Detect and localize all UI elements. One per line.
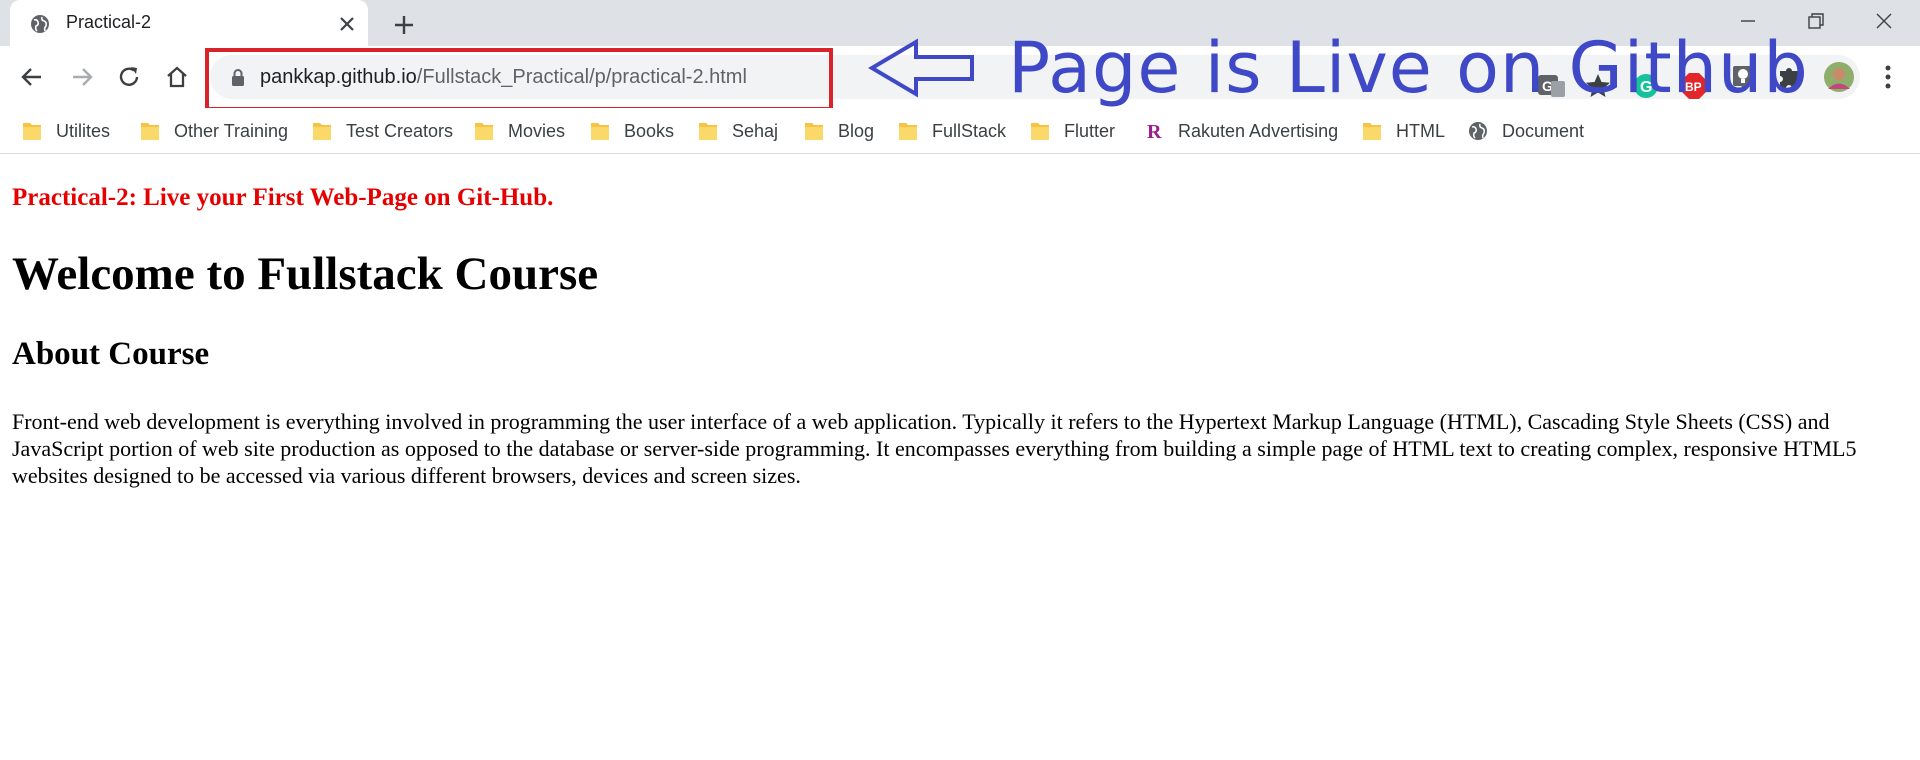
bookmark-label: Flutter	[1064, 120, 1116, 141]
bookmark-item[interactable]: HTML	[1362, 116, 1445, 146]
bookmark-label: Test Creators	[346, 120, 454, 141]
back-arrow-icon[interactable]	[17, 62, 47, 92]
rakuten-icon: R	[1147, 121, 1162, 142]
folder-icon	[699, 123, 717, 140]
bookmark-item[interactable]: Movies	[474, 116, 565, 146]
bookmark-label: Document	[1502, 120, 1585, 141]
home-icon[interactable]	[162, 62, 192, 92]
forward-arrow-icon[interactable]	[67, 62, 97, 92]
bookmark-label: Sehaj	[732, 120, 779, 141]
close-window-icon[interactable]	[1871, 8, 1897, 34]
folder-icon	[23, 123, 41, 140]
page-subheading: About Course	[12, 336, 210, 372]
bookmark-item[interactable]: Test Creators	[312, 116, 453, 146]
page-heading: Welcome to Fullstack Course	[12, 248, 599, 300]
tab-title: Practical-2	[66, 12, 152, 32]
new-tab-icon[interactable]	[391, 12, 417, 38]
menu-kebab-icon[interactable]	[1872, 61, 1904, 93]
globe-icon	[1469, 122, 1487, 140]
course-paragraph: Front-end web development is everything …	[12, 409, 1857, 488]
bookmark-label: Books	[624, 120, 675, 141]
bookmark-item[interactable]: Blog	[804, 116, 874, 146]
bookmark-item[interactable]: Other Training	[140, 116, 288, 146]
folder-icon	[313, 123, 331, 140]
folder-icon	[1031, 123, 1049, 140]
close-tab-icon[interactable]	[336, 13, 358, 35]
folder-icon	[1363, 123, 1381, 140]
url-highlight-box	[205, 48, 833, 111]
bookmark-item[interactable]: Sehaj	[698, 116, 778, 146]
folder-icon	[899, 123, 917, 140]
folder-icon	[591, 123, 609, 140]
bookmark-label: FullStack	[932, 120, 1007, 141]
bookmark-label: Blog	[838, 120, 875, 141]
bookmark-item[interactable]: Books	[590, 116, 674, 146]
avatar[interactable]	[1823, 61, 1855, 93]
bookmark-item[interactable]: FullStack	[898, 116, 1006, 146]
bookmark-item[interactable]: Document	[1468, 116, 1584, 146]
bookmark-item[interactable]: Flutter	[1030, 116, 1115, 146]
svg-text:R: R	[1147, 121, 1162, 142]
bookmark-item[interactable]: Utilites	[22, 116, 110, 146]
folder-icon	[805, 123, 823, 140]
folder-icon	[475, 123, 493, 140]
reload-icon[interactable]	[114, 62, 144, 92]
left-arrow-icon	[868, 38, 974, 98]
page-content: Practical-2: Live your First Web-Page on…	[12, 155, 1908, 489]
bookmarks-bar: Utilites Other Training Test Creators Movie…	[0, 108, 1920, 154]
folder-icon	[141, 123, 159, 140]
tab-practical-2[interactable]: Practical-2	[10, 0, 368, 48]
bookmark-label: Other Training	[174, 120, 289, 141]
bookmark-item[interactable]: R Rakuten Advertising	[1144, 116, 1338, 146]
bookmark-label: Rakuten Advertising	[1178, 120, 1339, 141]
bookmark-label: HTML	[1396, 120, 1445, 141]
practical-title: Practical-2: Live your First Web-Page on…	[12, 184, 554, 211]
bookmark-label: Movies	[508, 120, 566, 141]
bookmark-label: Utilites	[56, 120, 111, 141]
annotation-text: Page is Live on Github	[1008, 27, 1809, 109]
globe-icon	[31, 15, 49, 33]
